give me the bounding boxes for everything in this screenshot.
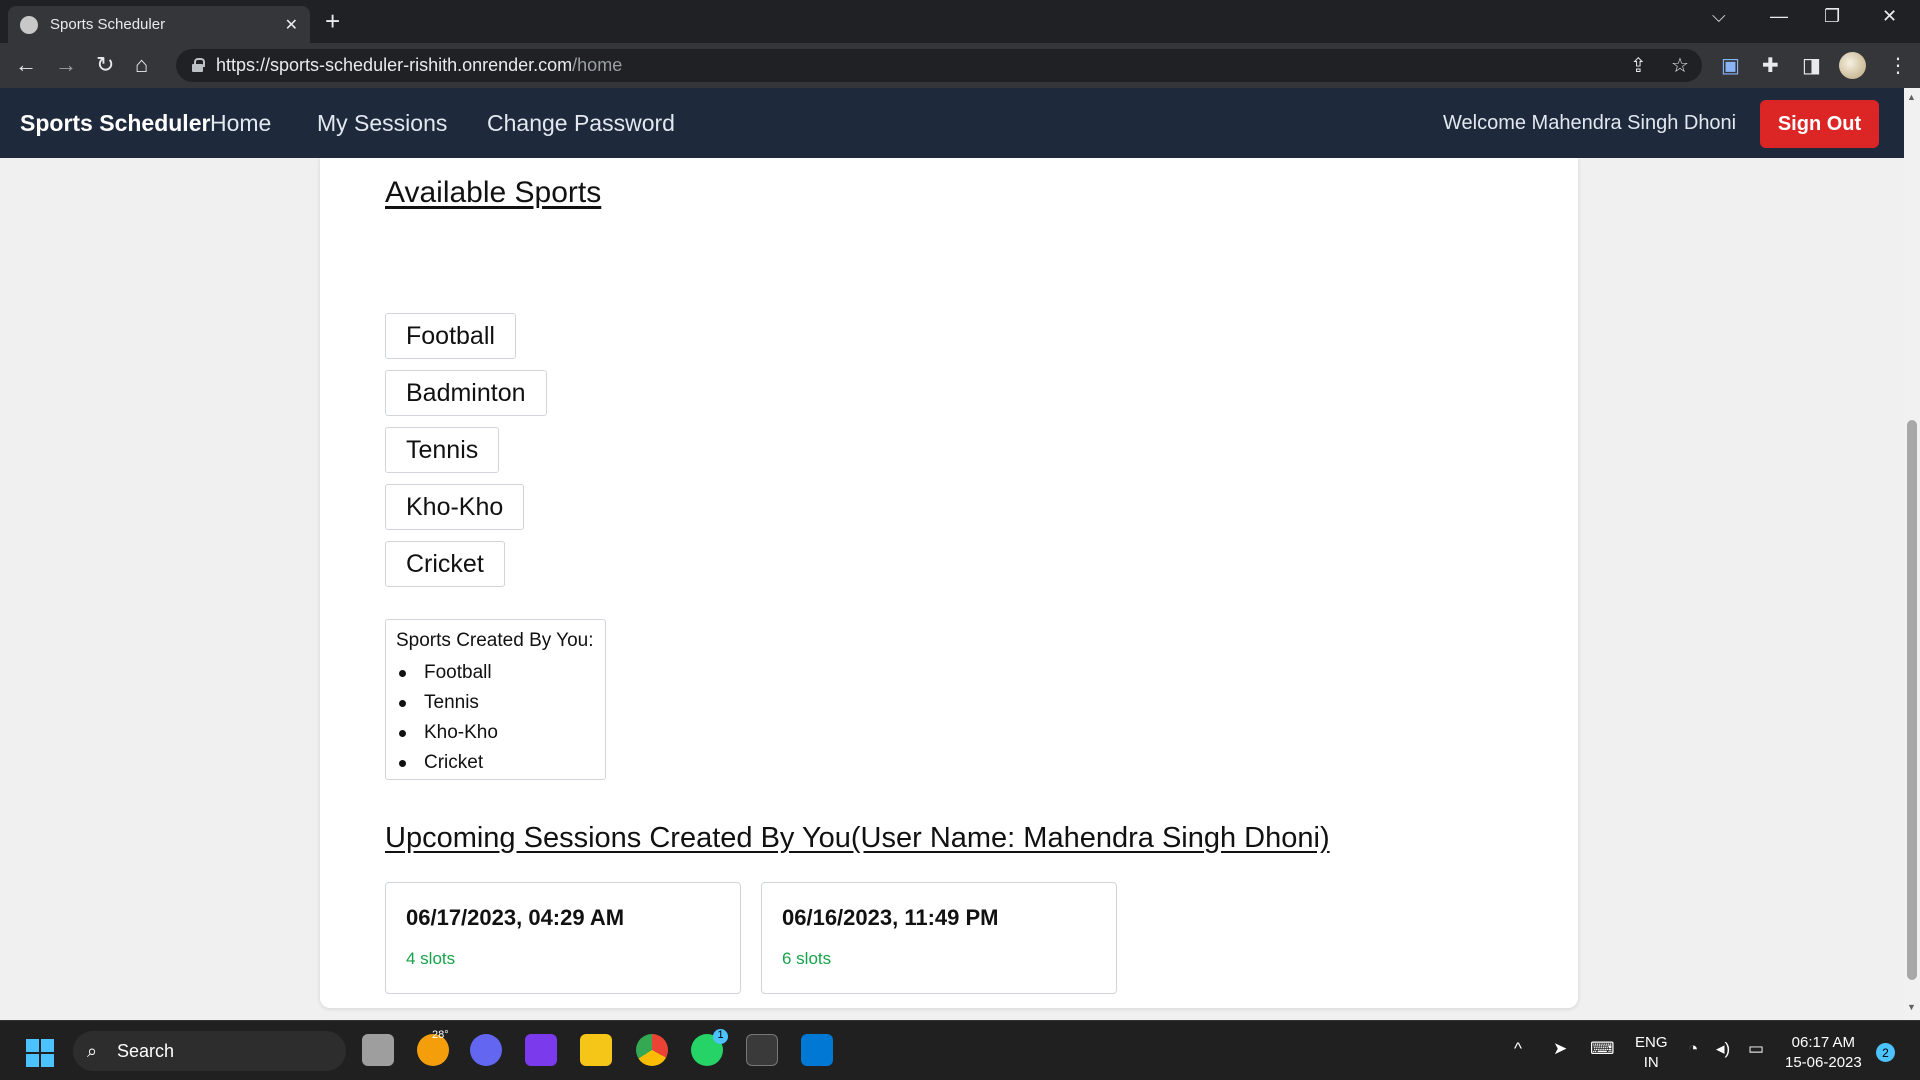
- sport-button-kho-kho[interactable]: Kho-Kho: [385, 484, 525, 530]
- scroll-up-arrow-icon[interactable]: ▲: [1907, 92, 1916, 102]
- tab-search-icon[interactable]: ⌵: [1712, 6, 1726, 27]
- session-datetime: 06/17/2023, 04:29 AM: [406, 905, 625, 930]
- profile-avatar[interactable]: [1839, 52, 1866, 79]
- list-item: Tennis: [396, 688, 595, 718]
- side-panel-icon[interactable]: ◨: [1802, 55, 1821, 77]
- new-tab-button[interactable]: +: [325, 8, 340, 34]
- browser-toolbar: ← → ↻ ⌂ https://sports-scheduler-rishith…: [0, 43, 1920, 88]
- sports-created-box: Sports Created By You: Football Tennis K…: [385, 619, 606, 780]
- content-card: Available Sports Football Badminton Tenn…: [320, 158, 1578, 1008]
- nav-my-sessions[interactable]: My Sessions: [317, 110, 447, 137]
- taskbar-clock[interactable]: 06:17 AM 15-06-2023: [1785, 1033, 1862, 1073]
- sports-created-label: Sports Created By You:: [396, 630, 594, 651]
- sport-button-badminton[interactable]: Badminton: [385, 370, 547, 416]
- session-slots: 6 slots: [782, 949, 832, 968]
- windows-start-icon[interactable]: [26, 1039, 54, 1067]
- whatsapp-badge: 1: [713, 1029, 728, 1044]
- list-item: Football: [396, 658, 595, 688]
- home-button[interactable]: ⌂: [135, 52, 148, 78]
- page-scrollbar[interactable]: ▲ ▼: [1904, 88, 1920, 1020]
- session-slots: 4 slots: [406, 949, 456, 968]
- session-card[interactable]: 06/17/2023, 04:29 AM 4 slots: [385, 882, 741, 994]
- browser-menu-icon[interactable]: ⋮: [1888, 55, 1908, 77]
- chrome-icon[interactable]: [636, 1034, 668, 1066]
- globe-icon: [20, 15, 38, 34]
- copilot-icon[interactable]: [525, 1034, 557, 1066]
- tab-title: Sports Scheduler: [50, 16, 166, 33]
- minimize-button[interactable]: —: [1770, 6, 1788, 27]
- wifi-icon[interactable]: ◔: [1688, 1039, 1698, 1059]
- taskbar-search-label: Search: [117, 1040, 175, 1061]
- browser-tab[interactable]: Sports Scheduler ✕: [8, 6, 310, 43]
- location-icon[interactable]: ➤: [1553, 1039, 1567, 1059]
- sport-button-football[interactable]: Football: [385, 313, 516, 359]
- app-navbar: Sports Scheduler Home My Sessions Change…: [0, 88, 1904, 158]
- file-explorer-icon[interactable]: [580, 1034, 612, 1066]
- address-bar[interactable]: https://sports-scheduler-rishith.onrende…: [176, 49, 1702, 82]
- list-item: Cricket: [396, 748, 595, 778]
- brand-title[interactable]: Sports Scheduler: [20, 110, 210, 137]
- weather-temp: 28°: [432, 1029, 449, 1041]
- list-item: Kho-Kho: [396, 718, 595, 748]
- sport-button-cricket[interactable]: Cricket: [385, 541, 505, 587]
- back-button[interactable]: ←: [15, 52, 37, 78]
- forward-button[interactable]: →: [55, 52, 77, 78]
- lock-icon[interactable]: [192, 58, 205, 72]
- page-viewport: Sports Scheduler Home My Sessions Change…: [0, 88, 1904, 1020]
- reload-button[interactable]: ↻: [96, 52, 114, 78]
- session-card[interactable]: 06/16/2023, 11:49 PM 6 slots: [761, 882, 1117, 994]
- url-text: https://sports-scheduler-rishith.onrende…: [216, 55, 623, 75]
- sign-out-button[interactable]: Sign Out: [1760, 100, 1879, 148]
- vscode-icon[interactable]: [801, 1034, 833, 1066]
- close-tab-icon[interactable]: ✕: [285, 15, 298, 35]
- sport-button-tennis[interactable]: Tennis: [385, 427, 500, 473]
- terminal-icon[interactable]: [746, 1034, 778, 1066]
- close-window-button[interactable]: ✕: [1882, 6, 1897, 27]
- keyboard-icon[interactable]: ⌨: [1590, 1039, 1615, 1059]
- windows-taskbar: ⌕ Search 28° 1 ^ ➤ ⌨ ENG IN ◔ ◂) ▭ 06:17…: [0, 1020, 1920, 1080]
- extensions-icon[interactable]: ✚: [1762, 55, 1779, 77]
- scrollbar-thumb[interactable]: [1907, 420, 1917, 980]
- show-hidden-icons-chevron-icon[interactable]: ^: [1514, 1039, 1522, 1059]
- available-sports-heading: Available Sports: [385, 176, 602, 209]
- welcome-text: Welcome Mahendra Singh Dhoni: [1443, 112, 1737, 134]
- session-datetime: 06/16/2023, 11:49 PM: [782, 905, 999, 930]
- upcoming-sessions-heading: Upcoming Sessions Created By You(User Na…: [385, 822, 1330, 854]
- volume-icon[interactable]: ◂): [1716, 1039, 1730, 1059]
- task-view-icon[interactable]: [362, 1034, 394, 1066]
- nav-change-password[interactable]: Change Password: [487, 110, 675, 137]
- teams-chat-icon[interactable]: [470, 1034, 502, 1066]
- browser-tab-bar: Sports Scheduler ✕ + ⌵ — ❐ ✕: [0, 0, 1920, 43]
- restore-button[interactable]: ❐: [1824, 6, 1840, 27]
- bookmark-star-icon[interactable]: ☆: [1671, 55, 1689, 77]
- share-icon[interactable]: ⇪: [1630, 55, 1647, 77]
- sports-created-list: Football Tennis Kho-Kho Cricket: [396, 658, 595, 778]
- nav-home[interactable]: Home: [210, 110, 271, 137]
- notification-badge[interactable]: 2: [1876, 1043, 1895, 1062]
- language-indicator[interactable]: ENG IN: [1635, 1033, 1668, 1073]
- screenshot-extension-icon[interactable]: ▣: [1721, 55, 1740, 77]
- scroll-down-arrow-icon[interactable]: ▼: [1907, 1002, 1916, 1012]
- taskbar-search[interactable]: ⌕ Search: [73, 1031, 346, 1071]
- search-icon: ⌕: [87, 1041, 98, 1061]
- battery-icon[interactable]: ▭: [1748, 1039, 1764, 1059]
